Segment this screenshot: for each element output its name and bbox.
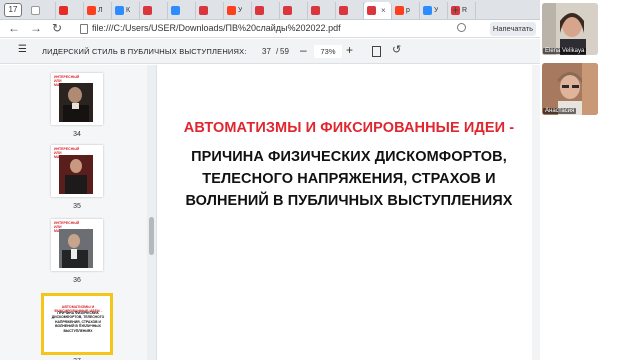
pdf-toolbar: ☰ ЛИДЕРСКИЙ СТИЛЬ В ПУБЛИЧНЫХ ВЫСТУПЛЕНИ…	[0, 39, 540, 64]
slide-line: ВОЛНЕНИЙ В ПУБЛИЧНЫХ ВЫСТУПЛЕНИЯХ	[185, 193, 513, 209]
browser-tab[interactable]: р	[392, 2, 420, 19]
browser-tab[interactable]	[336, 2, 364, 19]
thumbnail-item[interactable]: ИНТЕРЕСНЫЙ ИЛИ МАНИПУЛЯТИВНЫЙ? 36	[42, 219, 112, 284]
thumbnail-item[interactable]: ИНТЕРЕСНЫЙ ИЛИ МАНИПУЛЯТИВНЫЙ? 34	[42, 73, 112, 138]
browser-tab[interactable]: ×	[364, 2, 392, 19]
tab-label: р	[406, 7, 410, 14]
tab-label: Л	[98, 7, 103, 14]
slide-line: ТЕЛЕСНОГО НАПРЯЖЕНИЯ, СТРАХОВ И	[202, 171, 496, 187]
back-icon[interactable]: ←	[8, 21, 20, 36]
sidebar-scrollbar[interactable]	[147, 65, 156, 360]
pdf-icon	[31, 6, 40, 15]
thumbnail-number: 35	[73, 203, 81, 210]
browser-tab[interactable]	[168, 2, 196, 19]
sidebar-scroll-thumb[interactable]	[149, 217, 154, 255]
address-bar: ← → ↻ file:///C:/Users/USER/Downloads/ПВ…	[0, 20, 540, 38]
thumbnail-item[interactable]: ИНТЕРЕСНЫЙ ИЛИ МАНИПУЛЯТИВНЫЙ? 35	[42, 145, 112, 210]
pdf-page: АВТОМАТИЗМЫ И ФИКСИРОВАННЫЕ ИДЕИ - ПРИЧИ…	[158, 65, 540, 360]
pdf-icon	[367, 6, 376, 15]
page-separator: /	[276, 47, 279, 56]
forward-icon[interactable]: →	[30, 21, 42, 36]
tab-count-button[interactable]: 17	[4, 3, 22, 17]
zoom-icon	[171, 6, 180, 15]
yandex-icon	[227, 6, 236, 15]
rotate-icon[interactable]: ↺	[392, 44, 401, 57]
browser-tab[interactable]: У	[224, 2, 252, 19]
browser-tab[interactable]	[56, 2, 84, 19]
thumbnail-number: 36	[73, 277, 81, 284]
tab-label: У	[238, 7, 243, 14]
pdf-icon	[143, 6, 152, 15]
pdf-icon	[199, 6, 208, 15]
zoom-in-icon[interactable]: +	[346, 44, 353, 56]
thumbnail-photo	[59, 229, 93, 268]
youtube-icon	[59, 6, 68, 15]
pdf-icon	[255, 6, 264, 15]
fit-page-icon[interactable]	[372, 46, 381, 57]
thumbnail-page[interactable]: ИНТЕРЕСНЫЙ ИЛИ МАНИПУЛЯТИВНЫЙ?	[51, 73, 103, 125]
file-icon	[80, 24, 88, 34]
thumbnail-page[interactable]: ИНТЕРЕСНЫЙ ИЛИ МАНИПУЛЯТИВНЫЙ?	[51, 219, 103, 271]
browser-tab[interactable]	[140, 2, 168, 19]
tab-list: Л К У × р У R	[28, 2, 476, 19]
slide-heading-red: АВТОМАТИЗМЫ И ФИКСИРОВАННЫЕ ИДЕИ -	[183, 120, 515, 136]
browser-tab[interactable]	[280, 2, 308, 19]
zoom-out-icon[interactable]: –	[300, 44, 307, 56]
zoom-input[interactable]: 73%	[314, 45, 342, 58]
browser-tab[interactable]	[196, 2, 224, 19]
participant-video[interactable]: Анастасия	[542, 63, 598, 115]
thumbnail-page[interactable]: ИНТЕРЕСНЫЙ ИЛИ МАНИПУЛЯТИВНЫЙ?	[51, 145, 103, 197]
thumbnail-photo	[59, 83, 93, 122]
search-icon[interactable]	[457, 23, 466, 32]
thumbnail-number: 34	[73, 131, 81, 138]
browser-tab[interactable]	[252, 2, 280, 19]
browser-tab[interactable]	[28, 2, 56, 19]
page-number-input[interactable]: 37	[262, 47, 271, 56]
print-button[interactable]: Напечатать	[490, 22, 536, 36]
browser-tab[interactable]	[308, 2, 336, 19]
document-title: ЛИДЕРСКИЙ СТИЛЬ В ПУБЛИЧНЫХ ВЫСТУПЛЕНИЯХ…	[42, 47, 247, 56]
zoom-icon	[423, 6, 432, 15]
menu-icon[interactable]: ☰	[18, 44, 27, 55]
browser-tab[interactable]: К	[112, 2, 140, 19]
yandex-icon	[87, 6, 96, 15]
thumbnail-page[interactable]: АВТОМАТИЗМЫ И ФИКСИРОВАННЫЕ ИДЕИ - ПРИЧИ…	[41, 293, 113, 355]
tab-label: К	[126, 7, 131, 14]
yandex-icon	[395, 6, 404, 15]
thumbnail-item-selected[interactable]: АВТОМАТИЗМЫ И ФИКСИРОВАННЫЕ ИДЕИ - ПРИЧИ…	[41, 293, 113, 360]
url-field[interactable]: file:///C:/Users/USER/Downloads/ПВ%20сла…	[92, 23, 341, 33]
new-tab-icon[interactable]: +	[452, 3, 459, 17]
participant-name: Elena Velikaya	[543, 48, 587, 54]
browser-tab[interactable]: Л	[84, 2, 112, 19]
thumbnail-sidebar: ИНТЕРЕСНЫЙ ИЛИ МАНИПУЛЯТИВНЫЙ? 34 ИНТЕРЕ…	[0, 65, 157, 360]
thumbnail-photo	[59, 155, 93, 194]
tab-label: R	[462, 7, 468, 14]
pdf-icon	[339, 6, 348, 15]
participant-video[interactable]: Elena Velikaya	[542, 3, 598, 55]
slide-line: ПРИЧИНА ФИЗИЧЕСКИХ ДИСКОМФОРТОВ,	[191, 149, 507, 165]
participant-name: Анастасия	[543, 108, 577, 114]
pdf-icon	[311, 6, 320, 15]
browser-tab[interactable]: У	[420, 2, 448, 19]
tab-label: У	[434, 7, 439, 14]
page-total: 59	[280, 47, 289, 56]
thumbnail-black-text: ПРИЧИНА ФИЗИЧЕСКИХ ДИСКОМФОРТОВ, ТЕЛЕСНО…	[51, 311, 105, 333]
close-tab-icon[interactable]: ×	[381, 6, 386, 15]
pdf-icon	[283, 6, 292, 15]
page-scrollbar[interactable]	[532, 65, 540, 360]
zoom-icon	[115, 6, 124, 15]
reload-icon[interactable]: ↻	[52, 21, 62, 36]
